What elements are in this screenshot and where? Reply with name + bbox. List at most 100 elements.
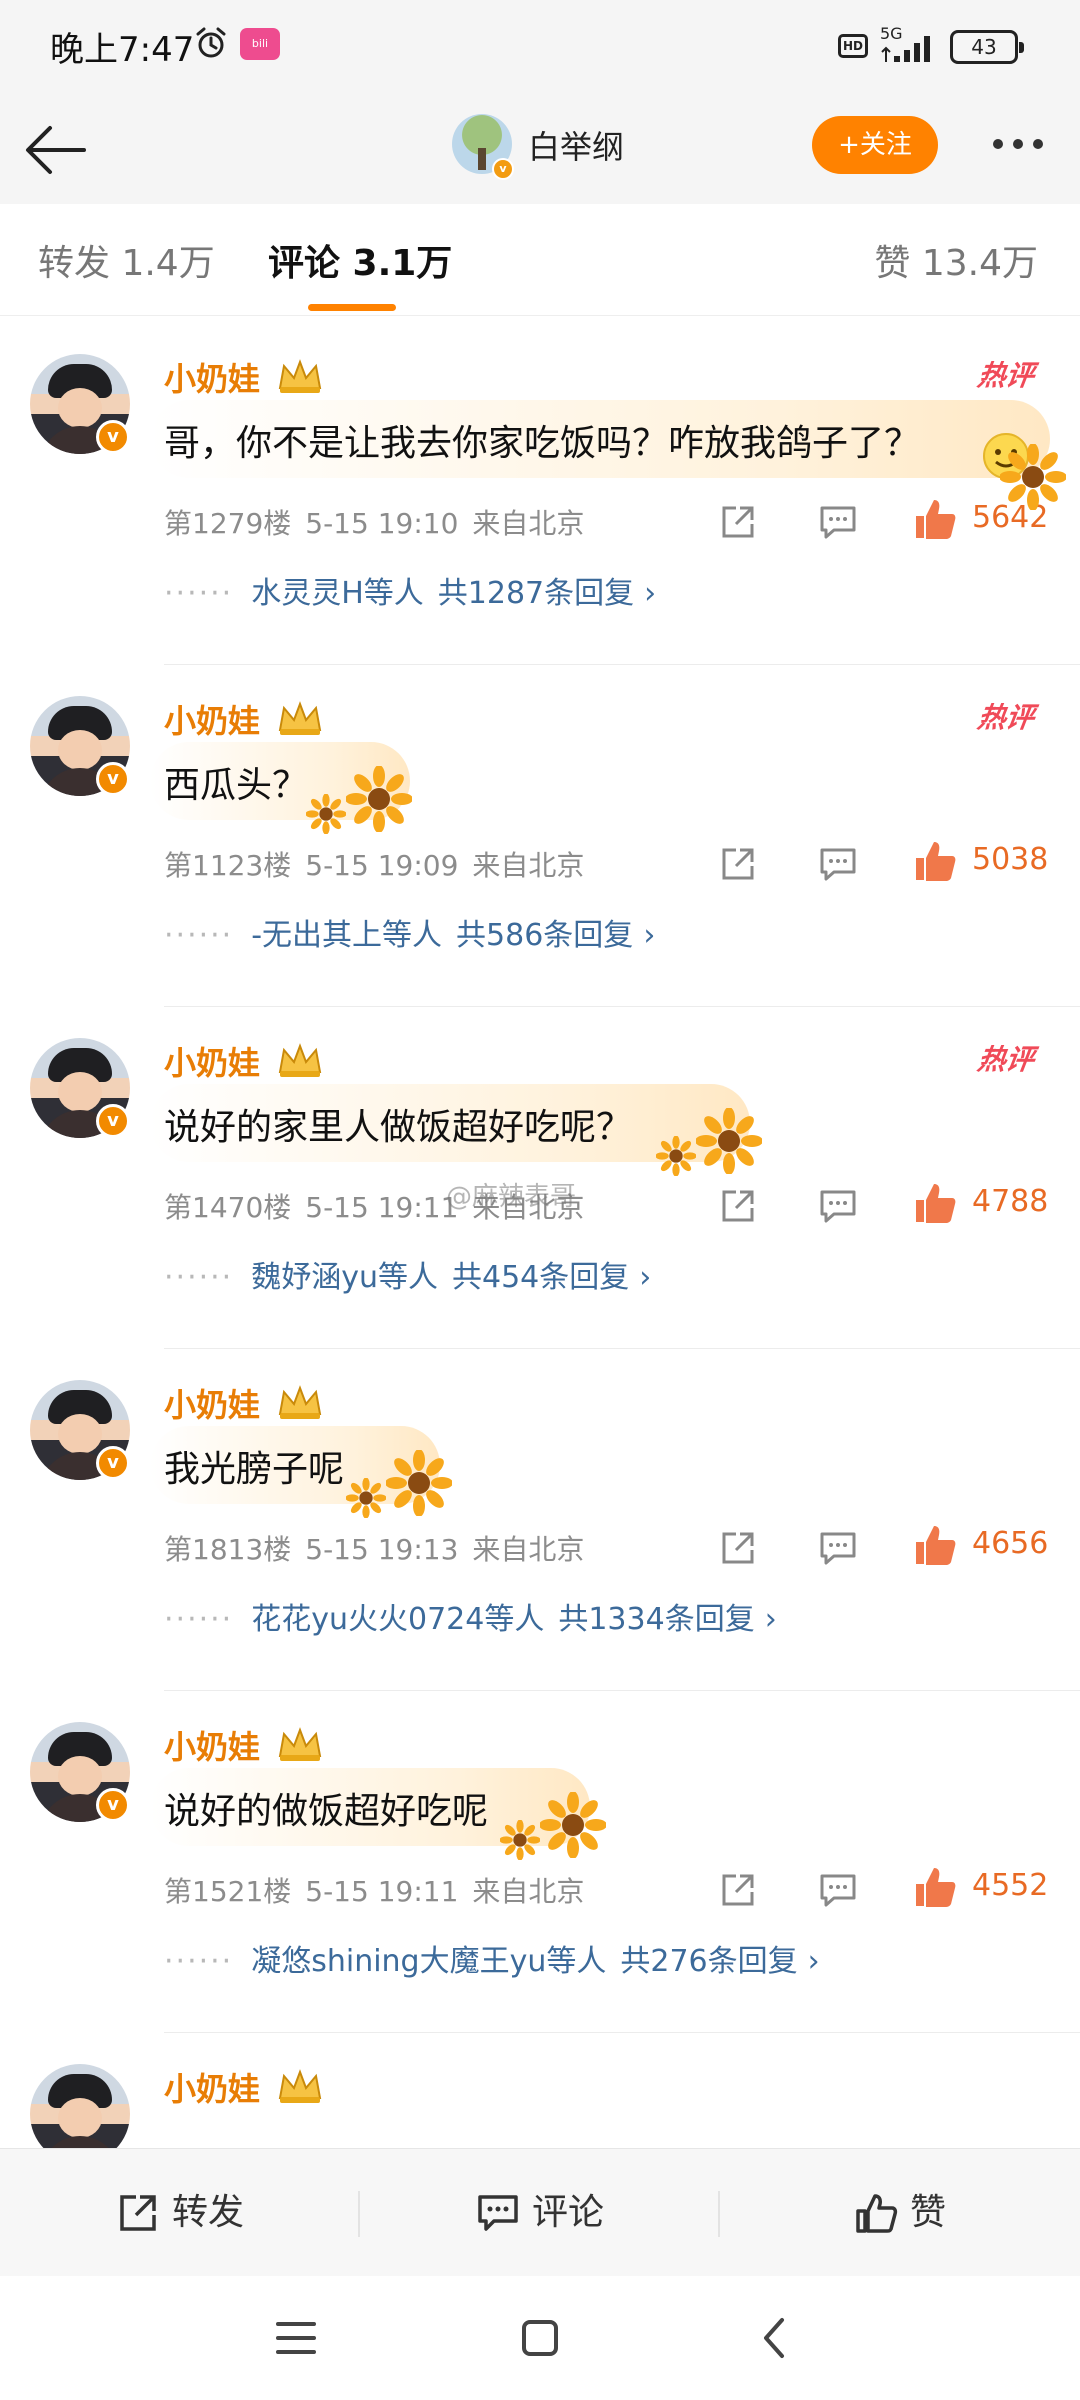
like-count: 4552 bbox=[972, 1868, 1049, 1903]
thumbs-up-outline-icon bbox=[856, 2194, 898, 2233]
comment-button[interactable]: 评论 bbox=[360, 2149, 720, 2277]
chevron-right-icon: › bbox=[644, 576, 657, 611]
share-icon[interactable] bbox=[718, 844, 758, 884]
share-icon[interactable] bbox=[718, 1186, 758, 1226]
comment-text: 西瓜头？ bbox=[164, 765, 309, 806]
like-button[interactable]: 赞 bbox=[720, 2149, 1080, 2277]
reply-users[interactable]: 水灵灵H等人 bbox=[251, 576, 424, 611]
follow-button[interactable]: +关注 bbox=[812, 116, 938, 174]
menu-icon[interactable] bbox=[264, 2306, 328, 2370]
verified-badge-icon: v bbox=[96, 1104, 130, 1138]
reply-users[interactable]: 凝悠shining大魔王yu等人 bbox=[251, 1944, 606, 1979]
commenter-name[interactable]: 小奶娃 bbox=[164, 696, 260, 742]
comment-meta: 第1279楼 5-15 19:10 来自北京 bbox=[164, 502, 598, 542]
reply-total[interactable]: 共1334条回复 bbox=[558, 1602, 754, 1637]
home-icon[interactable] bbox=[508, 2306, 572, 2370]
verified-badge-icon: v bbox=[96, 1788, 130, 1822]
commenter-name[interactable]: 小奶娃 bbox=[164, 1038, 260, 1084]
status-bar: 晚上7:47 bili HD 5G 43 bbox=[0, 0, 1080, 96]
replies-link[interactable]: ······ 水灵灵H等人 共1287条回复 › bbox=[164, 568, 656, 612]
thumbs-up-icon[interactable] bbox=[912, 1522, 958, 1568]
crown-icon bbox=[278, 1727, 322, 1761]
comment-date: 5-15 19:11 bbox=[305, 1191, 459, 1224]
comment-location: 来自北京 bbox=[472, 1533, 585, 1566]
post-tabs: 转发 1.4万 评论 3.1万 赞 13.4万 bbox=[0, 204, 1080, 316]
weibo-comments-screen: 晚上7:47 bili HD 5G 43 v 白举纲 +关注 转发 1.4万 评… bbox=[0, 0, 1080, 2400]
bilibili-app-icon: bili bbox=[240, 28, 280, 60]
comment-meta: 第1521楼 5-15 19:11 来自北京 bbox=[164, 1870, 598, 1910]
comment-icon[interactable] bbox=[818, 504, 858, 540]
floor-number: 第1521楼 bbox=[164, 1875, 292, 1908]
commenter-name[interactable]: 小奶娃 bbox=[164, 1380, 260, 1426]
comment-location: 来自北京 bbox=[472, 849, 585, 882]
author-name[interactable]: 白举纲 bbox=[528, 122, 624, 168]
comment-item[interactable]: v 小奶娃 说好的做饭超好吃呢 第1521楼 5-15 19:11 来自北京 455… bbox=[0, 1692, 1080, 2034]
back-nav-icon[interactable] bbox=[744, 2306, 808, 2370]
comment-icon[interactable] bbox=[818, 1872, 858, 1908]
reply-total[interactable]: 共1287条回复 bbox=[438, 576, 634, 611]
more-options-icon[interactable] bbox=[988, 132, 1052, 156]
reply-total[interactable]: 共276条回复 bbox=[620, 1944, 797, 1979]
comment-icon[interactable] bbox=[818, 1530, 858, 1566]
comment-icon[interactable] bbox=[818, 846, 858, 882]
top-nav-bar: v 白举纲 +关注 bbox=[0, 96, 1080, 204]
divider bbox=[164, 2032, 1080, 2033]
sunflower-icon bbox=[346, 766, 412, 832]
thumbs-up-icon[interactable] bbox=[912, 1864, 958, 1910]
tab-likes[interactable]: 赞 13.4万 bbox=[874, 234, 1038, 286]
comment-item[interactable]: v 小奶娃 热评 哥，你不是让我去你家吃饭吗？咋放我鸽子了？ 第1279楼 5-1… bbox=[0, 324, 1080, 666]
crown-icon bbox=[278, 1385, 322, 1419]
reply-total[interactable]: 共586条回复 bbox=[456, 918, 633, 953]
thumbs-up-icon[interactable] bbox=[912, 496, 958, 542]
sunflower-small-icon bbox=[656, 1136, 696, 1176]
status-time: 晚上7:47 bbox=[50, 30, 195, 70]
sunflower-icon bbox=[1000, 444, 1066, 510]
replies-link[interactable]: ······ 花花yu火火0724等人 共1334条回复 › bbox=[164, 1594, 777, 1638]
replies-link[interactable]: ······ 魏妤涵yu等人 共454条回复 › bbox=[164, 1252, 651, 1296]
reply-users[interactable]: -无出其上等人 bbox=[251, 918, 442, 953]
divider bbox=[164, 1348, 1080, 1349]
verified-badge-icon: v bbox=[96, 762, 130, 796]
comment-icon[interactable] bbox=[818, 1188, 858, 1224]
commenter-name[interactable]: 小奶娃 bbox=[164, 2064, 260, 2110]
verified-badge-icon: v bbox=[492, 158, 514, 180]
crown-icon bbox=[278, 2069, 322, 2103]
comment-location: 来自北京 bbox=[472, 507, 585, 540]
repost-button[interactable]: 转发 bbox=[0, 2149, 360, 2277]
hot-comment-badge: 热评 bbox=[975, 359, 1037, 392]
comment-text: 说好的做饭超好吃呢 bbox=[164, 1791, 489, 1832]
sunflower-small-icon bbox=[306, 794, 346, 834]
floor-number: 第1813楼 bbox=[164, 1533, 292, 1566]
comment-label: 评论 bbox=[531, 2192, 604, 2233]
reply-users[interactable]: 花花yu火火0724等人 bbox=[251, 1602, 544, 1637]
chevron-right-icon: › bbox=[639, 1260, 652, 1295]
comment-text: 哥，你不是让我去你家吃饭吗？咋放我鸽子了？ bbox=[164, 423, 921, 464]
hot-comment-badge: 热评 bbox=[975, 701, 1037, 734]
replies-link[interactable]: ······ 凝悠shining大魔王yu等人 共276条回复 › bbox=[164, 1936, 820, 1980]
comment-location: 来自北京 bbox=[472, 1875, 585, 1908]
reply-users[interactable]: 魏妤涵yu等人 bbox=[251, 1260, 438, 1295]
signal-icon bbox=[881, 36, 930, 62]
share-icon[interactable] bbox=[718, 502, 758, 542]
tab-repost[interactable]: 转发 1.4万 bbox=[38, 234, 215, 286]
replies-link[interactable]: ······ -无出其上等人 共586条回复 › bbox=[164, 910, 655, 954]
commenter-name[interactable]: 小奶娃 bbox=[164, 1722, 260, 1768]
commenter-name[interactable]: 小奶娃 bbox=[164, 354, 260, 400]
share-icon[interactable] bbox=[718, 1870, 758, 1910]
comment-date: 5-15 19:10 bbox=[305, 507, 459, 540]
tab-comments[interactable]: 评论 3.1万 bbox=[268, 234, 452, 286]
comment-item[interactable]: v 小奶娃 热评 西瓜头？ 第1123楼 5-15 19:09 来自北京 5038 … bbox=[0, 666, 1080, 1008]
comment-date: 5-15 19:11 bbox=[305, 1875, 459, 1908]
sunflower-icon bbox=[696, 1108, 762, 1174]
thumbs-up-icon[interactable] bbox=[912, 1180, 958, 1226]
share-icon[interactable] bbox=[718, 1528, 758, 1568]
comment-item[interactable]: v 小奶娃 我光膀子呢 第1813楼 5-15 19:13 来自北京 4656 ··… bbox=[0, 1350, 1080, 1692]
divider bbox=[164, 1006, 1080, 1007]
back-arrow-icon[interactable] bbox=[20, 118, 92, 182]
repost-label: 转发 bbox=[171, 2192, 244, 2233]
thumbs-up-icon[interactable] bbox=[912, 838, 958, 884]
watermark: @麻辣表哥 bbox=[446, 1182, 577, 1212]
reply-total[interactable]: 共454条回复 bbox=[452, 1260, 629, 1295]
like-count: 5038 bbox=[972, 842, 1049, 877]
comment-meta: 第1123楼 5-15 19:09 来自北京 bbox=[164, 844, 598, 884]
